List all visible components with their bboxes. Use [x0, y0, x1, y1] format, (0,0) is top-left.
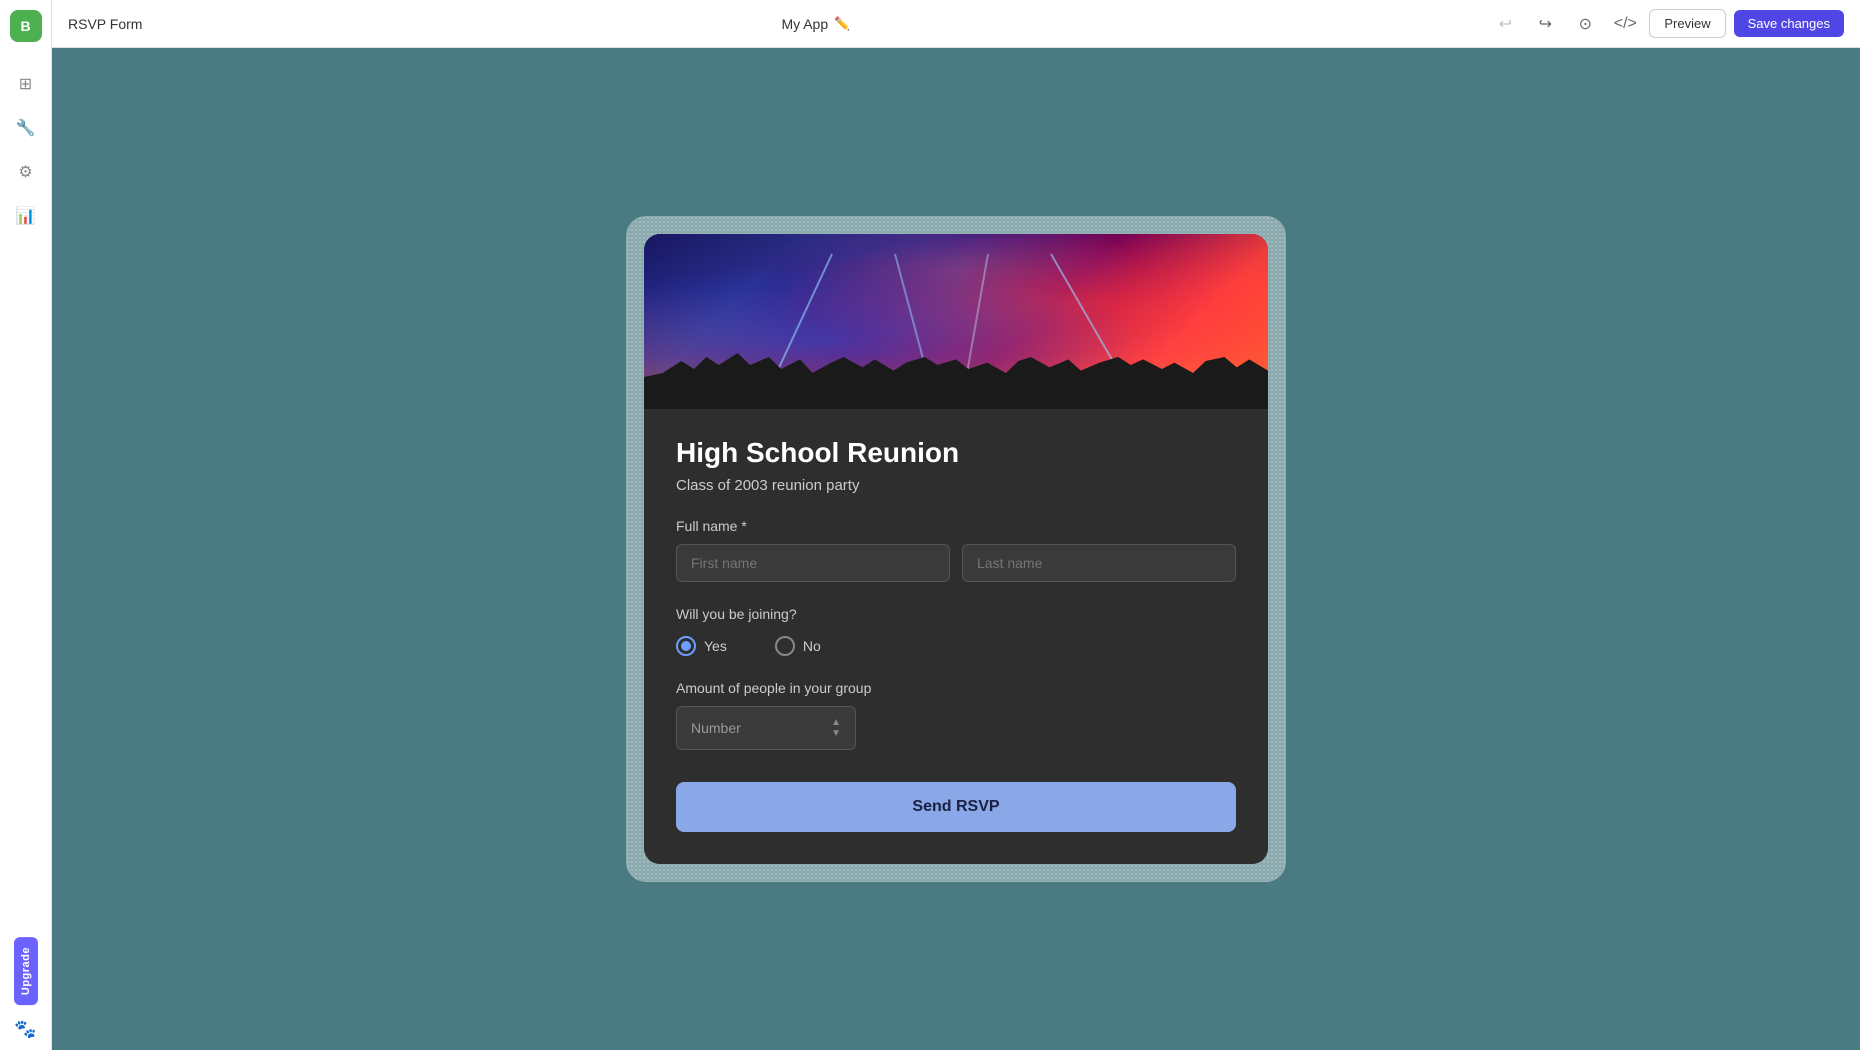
joining-label: Will you be joining?	[676, 606, 1236, 622]
concert-image	[644, 234, 1268, 409]
redo-button[interactable]: ↪	[1529, 8, 1561, 40]
sidebar: B ⊞ 🔧 ⚙ 📊 Upgrade 🐾	[0, 0, 52, 1050]
radio-yes-circle	[676, 636, 696, 656]
form-content: High School Reunion Class of 2003 reunio…	[644, 409, 1268, 864]
sidebar-item-settings[interactable]: ⚙	[8, 154, 44, 190]
undo-button[interactable]: ↩	[1489, 8, 1521, 40]
main-area: RSVP Form My App ✏️ ↩ ↪ ⊙ </> Preview Sa…	[52, 0, 1860, 1050]
name-row	[676, 544, 1236, 582]
sidebar-item-grid[interactable]: ⊞	[8, 66, 44, 102]
upgrade-button[interactable]: Upgrade	[14, 937, 38, 1005]
app-logo[interactable]: B	[10, 10, 42, 42]
radio-yes-label: Yes	[704, 638, 727, 654]
last-name-input[interactable]	[962, 544, 1236, 582]
full-name-label: Full name *	[676, 518, 1236, 534]
sidebar-item-analytics[interactable]: 📊	[8, 198, 44, 234]
form-subtitle: Class of 2003 reunion party	[676, 477, 1236, 494]
canvas-area: High School Reunion Class of 2003 reunio…	[52, 48, 1860, 1050]
sidebar-item-tools[interactable]: 🔧	[8, 110, 44, 146]
radio-yes[interactable]: Yes	[676, 636, 727, 656]
frame-outer: High School Reunion Class of 2003 reunio…	[626, 216, 1286, 882]
page-title: RSVP Form	[68, 16, 142, 32]
first-name-input[interactable]	[676, 544, 950, 582]
radio-group: Yes No	[676, 636, 1236, 656]
code-button[interactable]: </>	[1609, 8, 1641, 40]
topbar-actions: ↩ ↪ ⊙ </> Preview Save changes	[1489, 8, 1844, 40]
crop-button[interactable]: ⊙	[1569, 8, 1601, 40]
app-name: My App	[781, 16, 828, 32]
radio-no-circle	[775, 636, 795, 656]
number-placeholder: Number	[691, 720, 741, 736]
spinner-icon: ▲▼	[831, 717, 841, 739]
topbar: RSVP Form My App ✏️ ↩ ↪ ⊙ </> Preview Sa…	[52, 0, 1860, 48]
edit-icon[interactable]: ✏️	[834, 16, 850, 32]
form-title: High School Reunion	[676, 437, 1236, 469]
device-mockup: High School Reunion Class of 2003 reunio…	[644, 234, 1268, 864]
sidebar-bottom: Upgrade 🐾	[14, 937, 38, 1040]
preview-button[interactable]: Preview	[1649, 9, 1725, 38]
radio-no-label: No	[803, 638, 821, 654]
save-button[interactable]: Save changes	[1734, 10, 1844, 37]
crowd-silhouette	[644, 329, 1268, 409]
send-rsvp-button[interactable]: Send RSVP	[676, 782, 1236, 832]
radio-no[interactable]: No	[775, 636, 821, 656]
paw-icon[interactable]: 🐾	[14, 1019, 36, 1040]
topbar-center: My App ✏️	[154, 16, 1477, 32]
number-input[interactable]: Number ▲▼	[676, 706, 856, 750]
amount-label: Amount of people in your group	[676, 680, 1236, 696]
